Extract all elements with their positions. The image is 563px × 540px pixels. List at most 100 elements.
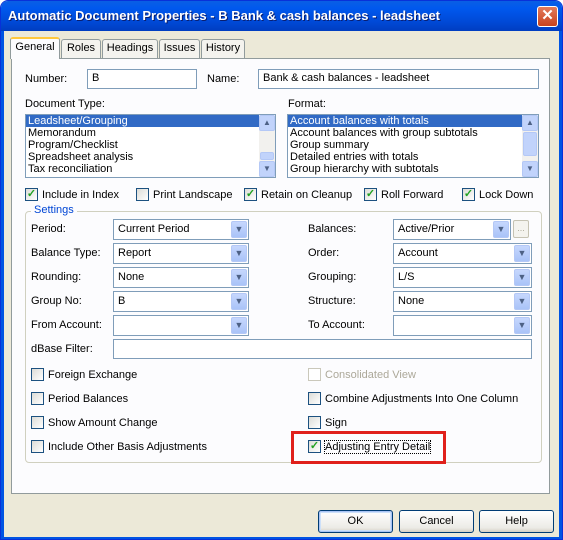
dialog-window: Automatic Document Properties - B Bank &… [0,0,563,540]
format-label: Format: [288,98,326,110]
print-landscape-checkbox[interactable] [136,188,149,201]
scroll-down-icon[interactable]: ▼ [259,161,275,177]
chevron-down-icon[interactable]: ▼ [493,221,509,238]
format-list[interactable]: Account balances with totals Account bal… [287,114,539,178]
to-account-label: To Account: [308,319,365,331]
chevron-down-icon[interactable]: ▼ [514,269,530,286]
sign-label: Sign [325,417,348,429]
order-label: Order: [308,247,340,259]
period-balances-checkbox[interactable] [31,392,44,405]
scroll-up-icon[interactable]: ▲ [259,115,275,131]
list-item[interactable]: Group hierarchy with subtotals [288,163,538,175]
cancel-button[interactable]: Cancel [399,510,474,533]
tab-general[interactable]: General [10,37,60,59]
list-item[interactable]: Tax reconciliation [26,163,275,175]
period-dropdown[interactable]: Current Period ▼ [113,219,249,240]
from-account-dropdown[interactable]: ▼ [113,315,249,336]
list-item[interactable]: Detailed entries with totals [288,151,538,163]
chevron-down-icon[interactable]: ▼ [231,245,247,262]
consolidated-view-label: Consolidated View [325,369,416,381]
tab-roles[interactable]: Roles [61,39,101,58]
retain-on-cleanup-label: Retain on Cleanup [261,189,353,201]
scroll-up-icon[interactable]: ▲ [522,115,538,131]
dbase-filter-input[interactable] [113,339,532,359]
include-in-index-checkbox[interactable]: ✓ [25,188,38,201]
structure-label: Structure: [308,295,356,307]
group-no-value: B [118,295,126,307]
balances-label: Balances: [308,223,357,235]
to-account-dropdown[interactable]: ▼ [393,315,532,336]
list-item[interactable]: Memorandum [26,127,275,139]
highlight-box [291,431,446,464]
consolidated-view-checkbox [308,368,321,381]
combine-adjustments-checkbox[interactable] [308,392,321,405]
chevron-down-icon[interactable]: ▼ [231,317,247,334]
chevron-down-icon[interactable]: ▼ [231,293,247,310]
structure-value: None [398,295,425,307]
tab-headings[interactable]: Headings [102,39,158,58]
rounding-dropdown[interactable]: None ▼ [113,267,249,288]
scroll-thumb[interactable] [523,132,537,156]
retain-on-cleanup-checkbox[interactable]: ✓ [244,188,257,201]
list-item[interactable]: Account balances with group subtotals [288,127,538,139]
foreign-exchange-label: Foreign Exchange [48,369,138,381]
chevron-down-icon[interactable]: ▼ [231,269,247,286]
foreign-exchange-checkbox[interactable] [31,368,44,381]
grouping-dropdown[interactable]: L/S ▼ [393,267,532,288]
lock-down-checkbox[interactable]: ✓ [462,188,475,201]
sign-checkbox[interactable] [308,416,321,429]
group-no-dropdown[interactable]: B ▼ [113,291,249,312]
window-title: Automatic Document Properties - B Bank &… [8,8,441,23]
balance-type-dropdown[interactable]: Report ▼ [113,243,249,264]
order-value: Account [398,247,438,259]
scrollbar[interactable]: ▲ ▼ [259,115,275,177]
list-item[interactable]: Spreadsheet analysis [26,151,275,163]
list-item[interactable]: Leadsheet/Grouping [26,115,275,127]
scrollbar[interactable]: ▲ ▼ [522,115,538,177]
show-amount-change-checkbox[interactable] [31,416,44,429]
include-other-basis-adjustments-label: Include Other Basis Adjustments [48,441,207,453]
check-icon: ✓ [26,188,37,200]
order-dropdown[interactable]: Account ▼ [393,243,532,264]
chevron-down-icon[interactable]: ▼ [514,293,530,310]
list-item[interactable]: Program/Checklist [26,139,275,151]
close-button[interactable]: ✕ [537,6,558,27]
ok-button[interactable]: OK [318,510,393,533]
roll-forward-label: Roll Forward [381,189,444,201]
period-balances-label: Period Balances [48,393,129,405]
scroll-down-icon[interactable]: ▼ [522,161,538,177]
group-no-label: Group No: [31,295,82,307]
structure-dropdown[interactable]: None ▼ [393,291,532,312]
chevron-down-icon[interactable]: ▼ [514,245,530,262]
rounding-label: Rounding: [31,271,82,283]
period-label: Period: [31,223,66,235]
print-landscape-label: Print Landscape [153,189,233,201]
tab-issues[interactable]: Issues [159,39,200,58]
scroll-thumb[interactable] [260,152,274,160]
balances-dropdown[interactable]: Active/Prior ▼ [393,219,511,240]
tab-history[interactable]: History [201,39,245,58]
check-icon: ✓ [365,188,376,200]
close-icon: ✕ [541,7,554,24]
help-button[interactable]: Help [479,510,554,533]
include-other-basis-adjustments-checkbox[interactable] [31,440,44,453]
show-amount-change-label: Show Amount Change [48,417,158,429]
list-item[interactable]: Group summary [288,139,538,151]
title-bar[interactable]: Automatic Document Properties - B Bank &… [1,1,562,31]
chevron-down-icon[interactable]: ▼ [231,221,247,238]
name-input[interactable]: Bank & cash balances - leadsheet [258,69,539,89]
list-item[interactable]: Account balances with totals [288,115,538,127]
lock-down-label: Lock Down [479,189,534,201]
number-input[interactable]: B [87,69,197,89]
include-in-index-label: Include in Index [42,189,120,201]
dbase-filter-label: dBase Filter: [31,343,93,355]
name-label: Name: [207,73,240,85]
balance-type-label: Balance Type: [31,247,101,259]
chevron-down-icon[interactable]: ▼ [514,317,530,334]
document-type-list[interactable]: Leadsheet/Grouping Memorandum Program/Ch… [25,114,276,178]
number-label: Number: [25,73,68,85]
combine-adjustments-label: Combine Adjustments Into One Column [325,393,519,405]
balances-ellipsis-button[interactable]: ... [513,220,529,238]
roll-forward-checkbox[interactable]: ✓ [364,188,377,201]
from-account-label: From Account: [31,319,102,331]
